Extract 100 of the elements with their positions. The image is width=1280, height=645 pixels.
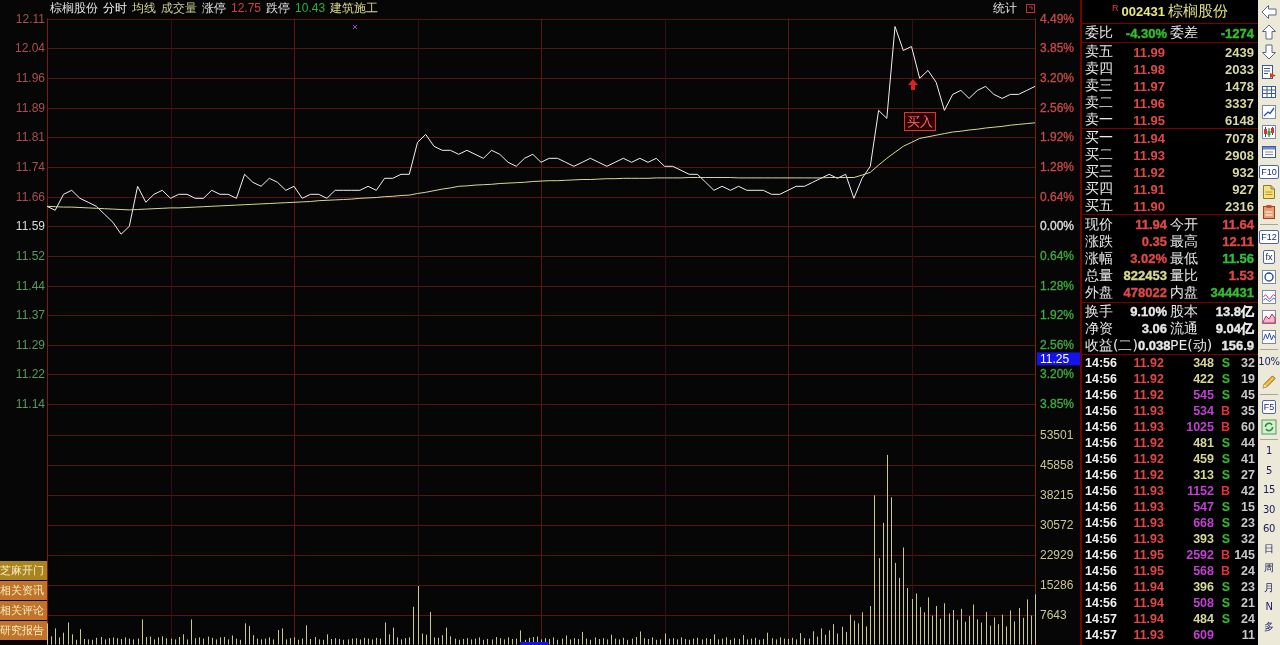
axis-label: 11.14 xyxy=(15,397,45,412)
quote-label: 今开 xyxy=(1170,215,1198,234)
trade-price: 11.93 xyxy=(1132,628,1164,642)
trade-time: 14:56 xyxy=(1085,484,1118,498)
quote-label: 净资 xyxy=(1085,319,1113,338)
status-letter: R xyxy=(1112,3,1119,13)
quote-value: 11.64 xyxy=(1222,217,1254,232)
quote-label: 涨跌 xyxy=(1085,232,1113,251)
trade-count: 42 xyxy=(1240,484,1255,498)
axis-label: 3.85% xyxy=(1040,397,1075,412)
trade-time: 14:56 xyxy=(1085,564,1118,578)
order-price: 11.95 xyxy=(1132,112,1165,128)
axis-label: 1.28% xyxy=(1040,278,1075,293)
limit-label: 涨停 xyxy=(202,1,226,15)
axis-label: 53501 xyxy=(1040,427,1074,442)
axis-label: 11.37 xyxy=(15,308,45,323)
quote-label: 委比 xyxy=(1085,24,1113,42)
trade-time: 14:56 xyxy=(1085,500,1118,514)
trade-price: 11.95 xyxy=(1132,564,1164,578)
order-volume: 2316 xyxy=(1224,198,1254,214)
order-volume: 927 xyxy=(1231,181,1254,197)
axis-label: 0.64% xyxy=(1040,248,1075,263)
trade-price: 11.92 xyxy=(1132,436,1164,450)
trade-count: 24 xyxy=(1240,564,1255,578)
buy-signal-label: 买入 xyxy=(904,112,936,131)
legend-label: 成交量 xyxy=(161,1,197,15)
quote-value: 0.35 xyxy=(1141,234,1167,249)
trade-volume: 609 xyxy=(1192,628,1214,642)
trade-count: 23 xyxy=(1240,580,1255,594)
trade-side: S xyxy=(1220,356,1230,370)
trade-time: 14:56 xyxy=(1085,388,1118,402)
axis-label: 3.85% xyxy=(1040,41,1075,56)
trade-side: B xyxy=(1219,548,1230,562)
trade-side: S xyxy=(1220,452,1230,466)
axis-label: 2.56% xyxy=(1040,100,1075,115)
trade-time: 14:56 xyxy=(1085,372,1118,386)
trade-side: B xyxy=(1219,484,1230,498)
trade-count: 60 xyxy=(1240,420,1255,434)
order-level-label: 买三 xyxy=(1085,163,1114,181)
axis-label: 45858 xyxy=(1040,457,1074,472)
order-price: 11.99 xyxy=(1132,44,1165,60)
trade-side: S xyxy=(1220,532,1230,546)
trade-price: 11.93 xyxy=(1132,404,1164,418)
axis-label: 2.56% xyxy=(1040,337,1075,352)
trade-price: 11.94 xyxy=(1132,612,1164,626)
trade-count: 11 xyxy=(1240,628,1255,642)
order-level-label: 卖四 xyxy=(1085,60,1114,78)
order-price: 11.93 xyxy=(1132,147,1165,163)
limit-price: 10.43 xyxy=(295,1,326,15)
trade-price: 11.92 xyxy=(1132,372,1164,386)
axis-label: 11.81 xyxy=(15,130,45,145)
axis-label: 11.66 xyxy=(15,189,45,204)
trade-volume: 1152 xyxy=(1185,484,1214,498)
quote-label: PE(动) xyxy=(1170,336,1213,355)
order-price: 11.92 xyxy=(1132,164,1165,180)
order-level-label: 卖二 xyxy=(1085,94,1114,112)
order-level-label: 买一 xyxy=(1085,129,1114,147)
trade-side: S xyxy=(1220,516,1230,530)
trade-time: 14:56 xyxy=(1085,532,1118,546)
legend-label: 分时 xyxy=(103,1,127,15)
trade-count: 41 xyxy=(1240,452,1255,466)
trade-volume: 1025 xyxy=(1185,420,1214,434)
quote-label: 委差 xyxy=(1170,24,1198,42)
trade-volume: 459 xyxy=(1192,452,1214,466)
trade-volume: 484 xyxy=(1192,612,1214,626)
quote-value: 1.53 xyxy=(1228,268,1254,283)
trade-volume: 393 xyxy=(1192,532,1214,546)
order-volume: 932 xyxy=(1231,164,1254,180)
quote-label: 换手 xyxy=(1085,302,1113,321)
trade-side: S xyxy=(1220,612,1230,626)
trade-volume: 545 xyxy=(1192,388,1214,402)
order-volume: 2439 xyxy=(1224,44,1254,60)
order-level-label: 买四 xyxy=(1085,180,1114,198)
trade-volume: 348 xyxy=(1192,356,1214,370)
order-level-label: 买二 xyxy=(1085,146,1114,164)
trade-price: 11.94 xyxy=(1132,580,1164,594)
trade-side: S xyxy=(1220,468,1230,482)
trade-side: S xyxy=(1220,596,1230,610)
axis-label: 1.92% xyxy=(1040,130,1075,145)
axis-label: 11.89 xyxy=(15,100,45,115)
axis-label: 1.92% xyxy=(1040,308,1075,323)
trade-volume: 547 xyxy=(1192,500,1214,514)
trade-time: 14:57 xyxy=(1085,628,1118,642)
trade-price: 11.93 xyxy=(1132,484,1164,498)
order-volume: 7078 xyxy=(1224,130,1254,146)
quote-value: -4.30% xyxy=(1125,25,1167,41)
axis-label: 12.11 xyxy=(15,11,45,26)
trade-side: B xyxy=(1219,564,1230,578)
trade-price: 11.95 xyxy=(1132,548,1164,562)
axis-label: 1.28% xyxy=(1040,159,1075,174)
axis-label: 11.29 xyxy=(15,337,45,352)
order-level-label: 卖三 xyxy=(1085,77,1114,95)
trade-volume: 2592 xyxy=(1185,548,1214,562)
trade-side: S xyxy=(1220,388,1230,402)
axis-label: 7643 xyxy=(1040,607,1067,622)
trade-time: 14:56 xyxy=(1085,516,1118,530)
trade-side: S xyxy=(1220,580,1230,594)
trade-volume: 396 xyxy=(1192,580,1214,594)
trade-volume: 568 xyxy=(1192,564,1214,578)
trade-side: S xyxy=(1220,372,1230,386)
